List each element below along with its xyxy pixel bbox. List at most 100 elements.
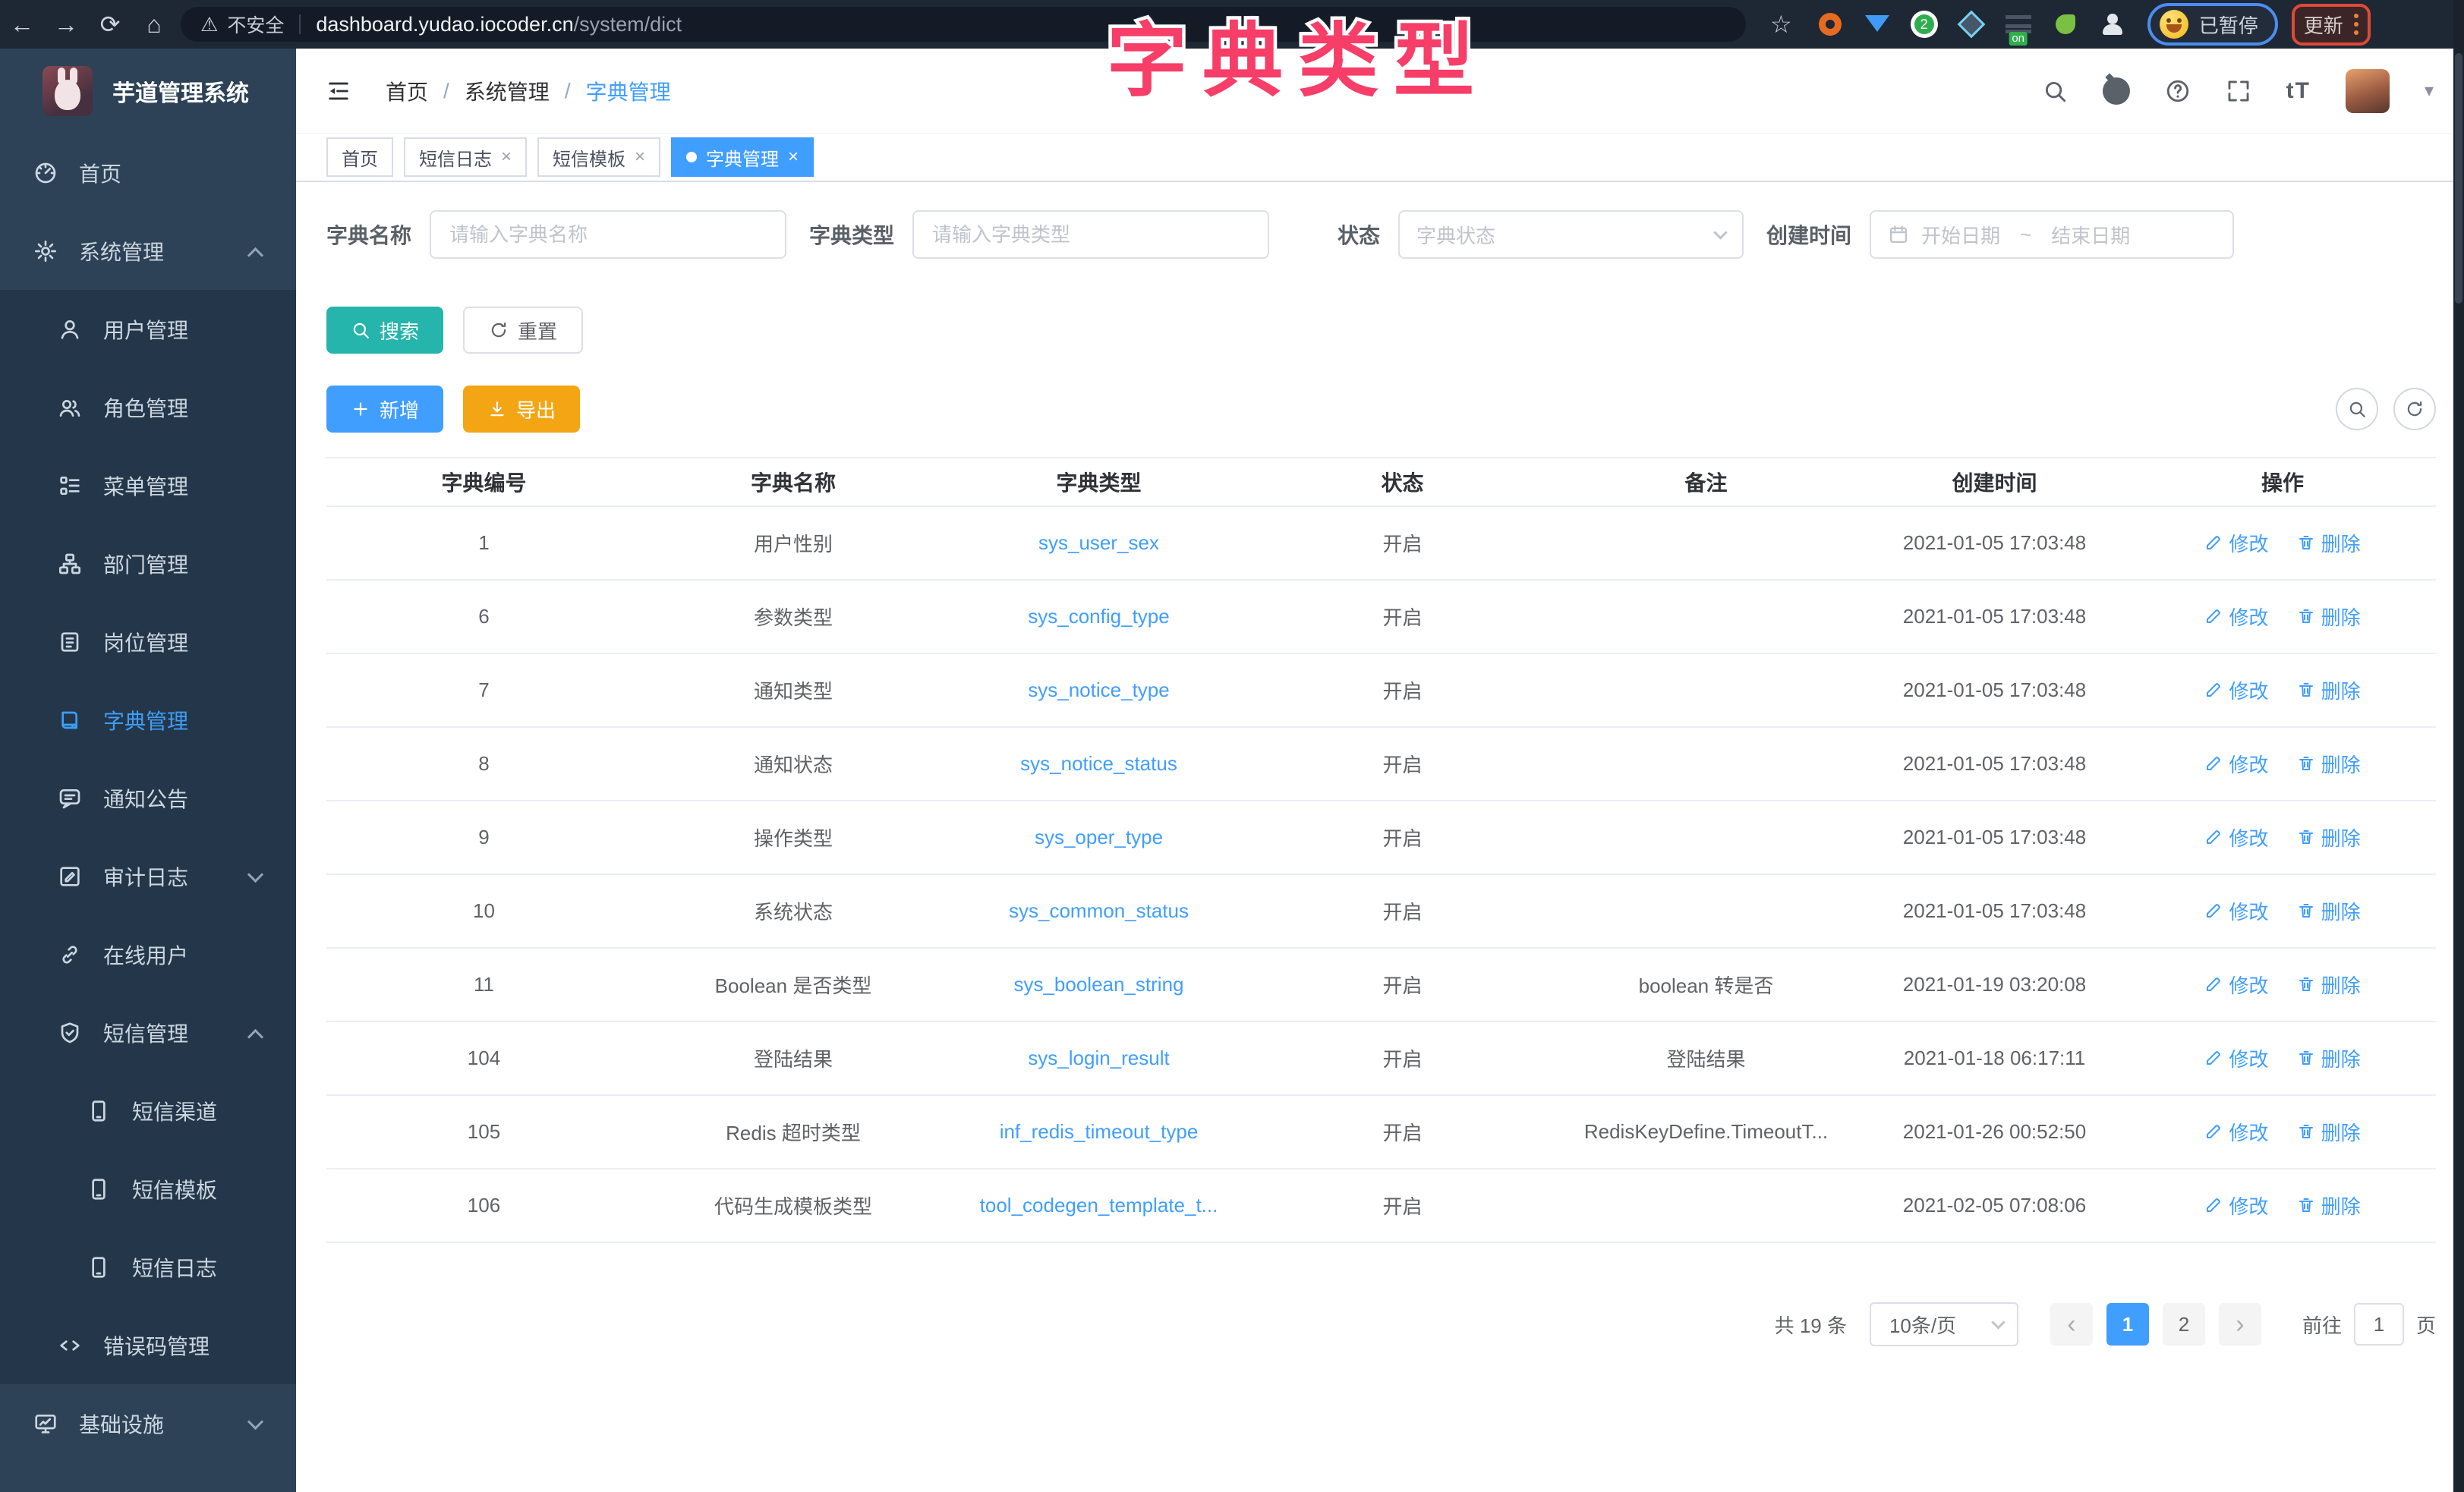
dict-type-field[interactable]: [931, 222, 1251, 247]
help-icon[interactable]: [2165, 78, 2191, 104]
sidebar-item-岗位管理[interactable]: 岗位管理: [0, 603, 296, 681]
edit-link[interactable]: 修改: [2204, 1118, 2268, 1146]
dict-type-link[interactable]: sys_login_result: [1028, 1047, 1169, 1069]
sidebar-item-基础设施[interactable]: 基础设施: [0, 1384, 296, 1462]
delete-link[interactable]: 删除: [2297, 1191, 2361, 1220]
sidebar-item-通知公告[interactable]: 通知公告: [0, 759, 296, 837]
delete-link[interactable]: 删除: [2297, 603, 2361, 631]
dict-type-link[interactable]: inf_redis_timeout_type: [1000, 1120, 1199, 1143]
edit-link[interactable]: 修改: [2204, 897, 2268, 925]
goto-page-input[interactable]: [2354, 1303, 2404, 1346]
sidebar-item-系统管理[interactable]: 系统管理: [0, 212, 296, 290]
delete-link[interactable]: 删除: [2297, 676, 2361, 704]
sidebar-item-短信管理[interactable]: 短信管理: [0, 993, 296, 1072]
browser-scrollbar[interactable]: [2453, 0, 2464, 1492]
page-button-1[interactable]: 1: [2106, 1303, 2149, 1346]
sidebar-item-在线用户[interactable]: 在线用户: [0, 915, 296, 993]
dict-type-link[interactable]: sys_oper_type: [1035, 826, 1163, 848]
font-size-icon[interactable]: tT: [2286, 78, 2311, 104]
breadcrumb-home[interactable]: 首页: [386, 76, 428, 106]
edit-link[interactable]: 修改: [2204, 750, 2268, 778]
dict-type-link[interactable]: sys_common_status: [1009, 899, 1189, 922]
extension-icon[interactable]: [1862, 9, 1892, 39]
delete-link[interactable]: 删除: [2297, 971, 2361, 999]
browser-forward-icon[interactable]: →: [44, 11, 88, 39]
chevron-down-icon[interactable]: ▾: [2425, 80, 2434, 102]
sidebar-item-字典管理[interactable]: 字典管理: [0, 681, 296, 759]
refresh-table-button[interactable]: [2393, 388, 2436, 430]
sidebar-item-角色管理[interactable]: 角色管理: [0, 368, 296, 446]
close-tab-icon[interactable]: ×: [501, 146, 512, 168]
tab-短信模板[interactable]: 短信模板 ×: [537, 137, 660, 177]
next-page-button[interactable]: ›: [2219, 1303, 2261, 1346]
delete-link[interactable]: 删除: [2297, 1118, 2361, 1146]
collapse-sidebar-icon[interactable]: [323, 78, 354, 104]
show-search-button[interactable]: [2336, 388, 2378, 430]
dict-type-link[interactable]: sys_boolean_string: [1013, 973, 1183, 996]
edit-link[interactable]: 修改: [2204, 971, 2268, 999]
browser-reload-icon[interactable]: ⟳: [88, 10, 132, 39]
page-size-select[interactable]: 10条/页: [1870, 1302, 2018, 1346]
dict-type-link[interactable]: sys_config_type: [1028, 605, 1169, 628]
sidebar-item-短信日志[interactable]: 短信日志: [0, 1228, 296, 1306]
dict-name-field[interactable]: [448, 222, 768, 247]
github-icon[interactable]: [2103, 77, 2130, 105]
close-tab-icon[interactable]: ×: [635, 146, 645, 168]
search-button[interactable]: 搜索: [326, 307, 443, 354]
edit-link[interactable]: 修改: [2204, 1044, 2268, 1072]
browser-back-icon[interactable]: ←: [0, 11, 44, 39]
browser-home-icon[interactable]: ⌂: [132, 11, 176, 39]
status-select[interactable]: 字典状态: [1398, 210, 1744, 259]
app-logo-row[interactable]: 芋道管理系统: [0, 49, 296, 134]
extension-icon[interactable]: 2: [1909, 9, 1939, 39]
sidebar-item-短信模板[interactable]: 短信模板: [0, 1150, 296, 1228]
search-icon[interactable]: [2042, 78, 2068, 104]
prev-page-button[interactable]: ‹: [2050, 1303, 2093, 1346]
delete-link[interactable]: 删除: [2297, 529, 2361, 557]
extension-icon[interactable]: [1815, 9, 1845, 39]
dict-type-input[interactable]: [912, 210, 1269, 259]
extension-icon[interactable]: [1956, 9, 1987, 39]
add-button[interactable]: 新增: [326, 386, 443, 433]
sidebar-item-审计日志[interactable]: 审计日志: [0, 837, 296, 915]
dict-type-link[interactable]: sys_user_sex: [1038, 531, 1159, 554]
breadcrumb-system[interactable]: 系统管理: [465, 76, 550, 106]
dict-type-link[interactable]: tool_codegen_template_t...: [980, 1194, 1218, 1217]
delete-link[interactable]: 删除: [2297, 897, 2361, 925]
delete-link[interactable]: 删除: [2297, 750, 2361, 778]
close-tab-icon[interactable]: ×: [788, 146, 799, 168]
tab-字典管理[interactable]: 字典管理 ×: [671, 137, 814, 177]
dict-type-link[interactable]: sys_notice_type: [1028, 678, 1169, 701]
reset-button[interactable]: 重置: [463, 307, 583, 354]
dict-type-link[interactable]: sys_notice_status: [1020, 752, 1177, 775]
sidebar-item-首页[interactable]: 首页: [0, 134, 296, 212]
delete-link[interactable]: 删除: [2297, 1044, 2361, 1072]
bookmark-star-icon[interactable]: ☆: [1770, 10, 1792, 39]
extension-icon[interactable]: [2050, 9, 2081, 39]
browser-menu-icon[interactable]: [2354, 14, 2358, 35]
sidebar-item-用户管理[interactable]: 用户管理: [0, 290, 296, 368]
delete-link[interactable]: 删除: [2297, 823, 2361, 851]
export-button[interactable]: 导出: [463, 386, 580, 433]
edit-link[interactable]: 修改: [2204, 823, 2268, 851]
dict-name-input[interactable]: [430, 210, 786, 259]
edit-link[interactable]: 修改: [2204, 529, 2268, 557]
sidebar-item-菜单管理[interactable]: 菜单管理: [0, 446, 296, 524]
page-button-2[interactable]: 2: [2163, 1303, 2205, 1346]
sidebar-item-部门管理[interactable]: 部门管理: [0, 524, 296, 603]
extension-icon[interactable]: on: [2003, 9, 2034, 39]
edit-link[interactable]: 修改: [2204, 1191, 2268, 1220]
edit-link[interactable]: 修改: [2204, 676, 2268, 704]
sidebar-item-错误码管理[interactable]: 错误码管理: [0, 1306, 296, 1384]
sidebar-item-短信渠道[interactable]: 短信渠道: [0, 1072, 296, 1150]
date-range-picker[interactable]: 开始日期 ~ 结束日期: [1870, 210, 2234, 259]
paused-extension-pill[interactable]: 已暂停: [2147, 3, 2278, 46]
address-bar[interactable]: ⚠ 不安全 dashboard.yudao.iocoder.cn /system…: [181, 7, 1746, 42]
browser-update-button[interactable]: 更新: [2292, 4, 2371, 46]
fullscreen-icon[interactable]: [2226, 78, 2251, 104]
edit-link[interactable]: 修改: [2204, 603, 2268, 631]
tab-首页[interactable]: 首页: [326, 137, 393, 177]
user-avatar[interactable]: [2346, 69, 2390, 113]
tab-短信日志[interactable]: 短信日志 ×: [404, 137, 527, 177]
extension-icon[interactable]: [2097, 9, 2128, 39]
